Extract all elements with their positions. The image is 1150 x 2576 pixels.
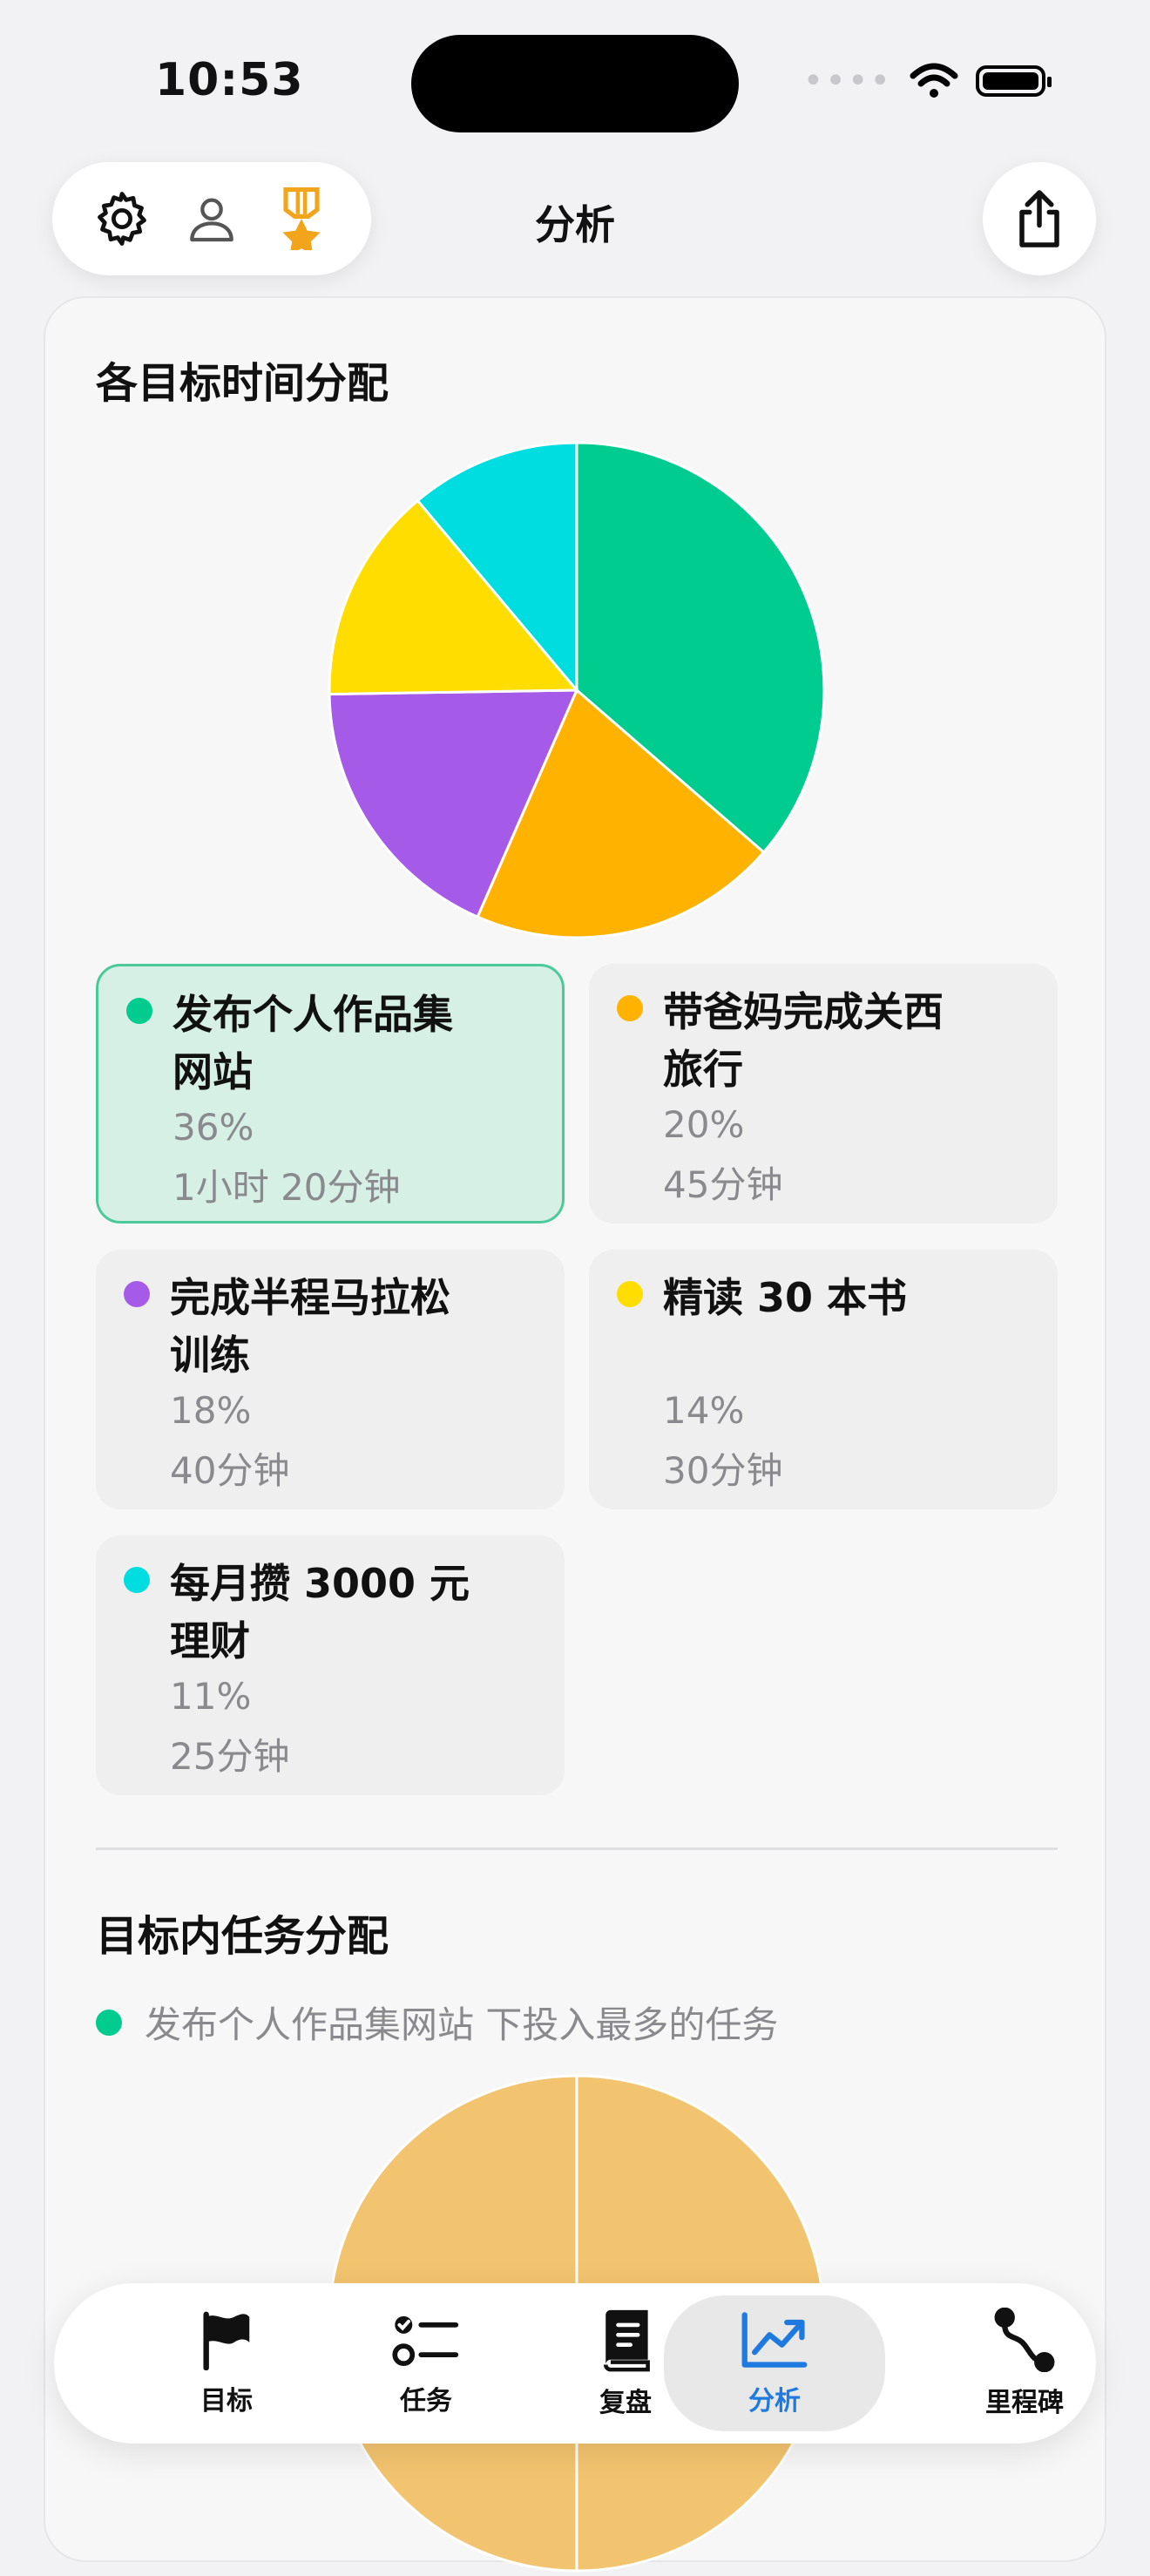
- task-allocation-subtitle: 发布个人作品集网站 下投入最多的任务: [96, 1996, 778, 2049]
- dynamic-island: [411, 35, 739, 132]
- section-divider: [96, 1847, 1058, 1850]
- route-icon: [994, 2308, 1055, 2372]
- legend-dot: [617, 1281, 643, 1307]
- legend-name: 发布个人作品集 网站: [172, 991, 453, 1095]
- legend-percent: 36%: [172, 1106, 254, 1149]
- legend-time: 45分钟: [663, 1163, 783, 1206]
- share-icon: [1019, 190, 1059, 247]
- legend-percent: 20%: [663, 1103, 745, 1146]
- tab-label: 分析: [748, 2386, 801, 2417]
- book-icon: [603, 2309, 650, 2372]
- share-button[interactable]: [983, 162, 1096, 275]
- tab-label: 复盘: [599, 2388, 652, 2418]
- legend-card-goal-4[interactable]: 精读 30 本书 14% 30分钟: [589, 1250, 1058, 1509]
- legend-card-goal-2[interactable]: 带爸妈完成关西 旅行 20% 45分钟: [589, 964, 1058, 1224]
- legend-dot: [124, 1281, 150, 1307]
- tab-bar: 目标 任务 复盘 分析 里程碑: [54, 2283, 1096, 2444]
- wifi-icon: [910, 63, 958, 98]
- legend-name: 精读 30 本书: [663, 1274, 908, 1321]
- legend-percent: 11%: [170, 1675, 252, 1718]
- analysis-card: 各目标时间分配 发布个人作品集 网站 36% 1小时 20分钟 带爸妈完成关西 旅行…: [44, 296, 1106, 2573]
- section-title-task-allocation: 目标内任务分配: [96, 1912, 389, 1961]
- legend-name: 每月攒 3000 元理财: [170, 1560, 470, 1664]
- legend-card-goal-3[interactable]: 完成半程马拉松 训练 18% 40分钟: [96, 1250, 565, 1509]
- legend-dot: [124, 1567, 150, 1593]
- tab-label: 目标: [200, 2386, 253, 2417]
- page-title: 分析: [535, 201, 615, 248]
- tab-analysis[interactable]: 分析: [664, 2295, 885, 2431]
- legend-card-goal-1[interactable]: 发布个人作品集 网站 36% 1小时 20分钟: [96, 964, 565, 1224]
- goal-color-dot: [96, 2009, 122, 2036]
- tab-milestones[interactable]: 里程碑: [929, 2283, 1120, 2444]
- cellular-dots-icon: ••••: [802, 61, 892, 101]
- legend-card-goal-5[interactable]: 每月攒 3000 元理财 11% 25分钟: [96, 1535, 565, 1795]
- legend-percent: 18%: [170, 1389, 252, 1432]
- task-allocation-subtitle-text: 发布个人作品集网站 下投入最多的任务: [145, 2003, 779, 2046]
- tab-label: 里程碑: [985, 2388, 1064, 2418]
- tab-goals[interactable]: 目标: [131, 2283, 322, 2444]
- legend-time: 25分钟: [170, 1735, 290, 1778]
- battery-icon: [976, 65, 1052, 97]
- tab-tasks[interactable]: 任务: [330, 2283, 522, 2444]
- goal-time-pie-chart: [328, 441, 826, 939]
- legend-percent: 14%: [663, 1389, 745, 1432]
- legend-time: 40分钟: [170, 1449, 290, 1492]
- legend-time: 30分钟: [663, 1449, 783, 1492]
- tab-label: 任务: [400, 2386, 452, 2417]
- chart-icon: [741, 2312, 808, 2368]
- legend-name: 完成半程马拉松 训练: [170, 1274, 450, 1379]
- status-time: 10:53: [155, 54, 304, 106]
- checklist-icon: [392, 2315, 459, 2366]
- legend-dot: [126, 998, 152, 1024]
- status-icons: ••••: [802, 61, 1052, 101]
- legend-dot: [617, 995, 643, 1021]
- flag-icon: [203, 2311, 250, 2370]
- legend-time: 1小时 20分钟: [172, 1166, 401, 1209]
- legend-name: 带爸妈完成关西 旅行: [663, 988, 944, 1093]
- section-title-goal-time: 各目标时间分配: [96, 359, 389, 408]
